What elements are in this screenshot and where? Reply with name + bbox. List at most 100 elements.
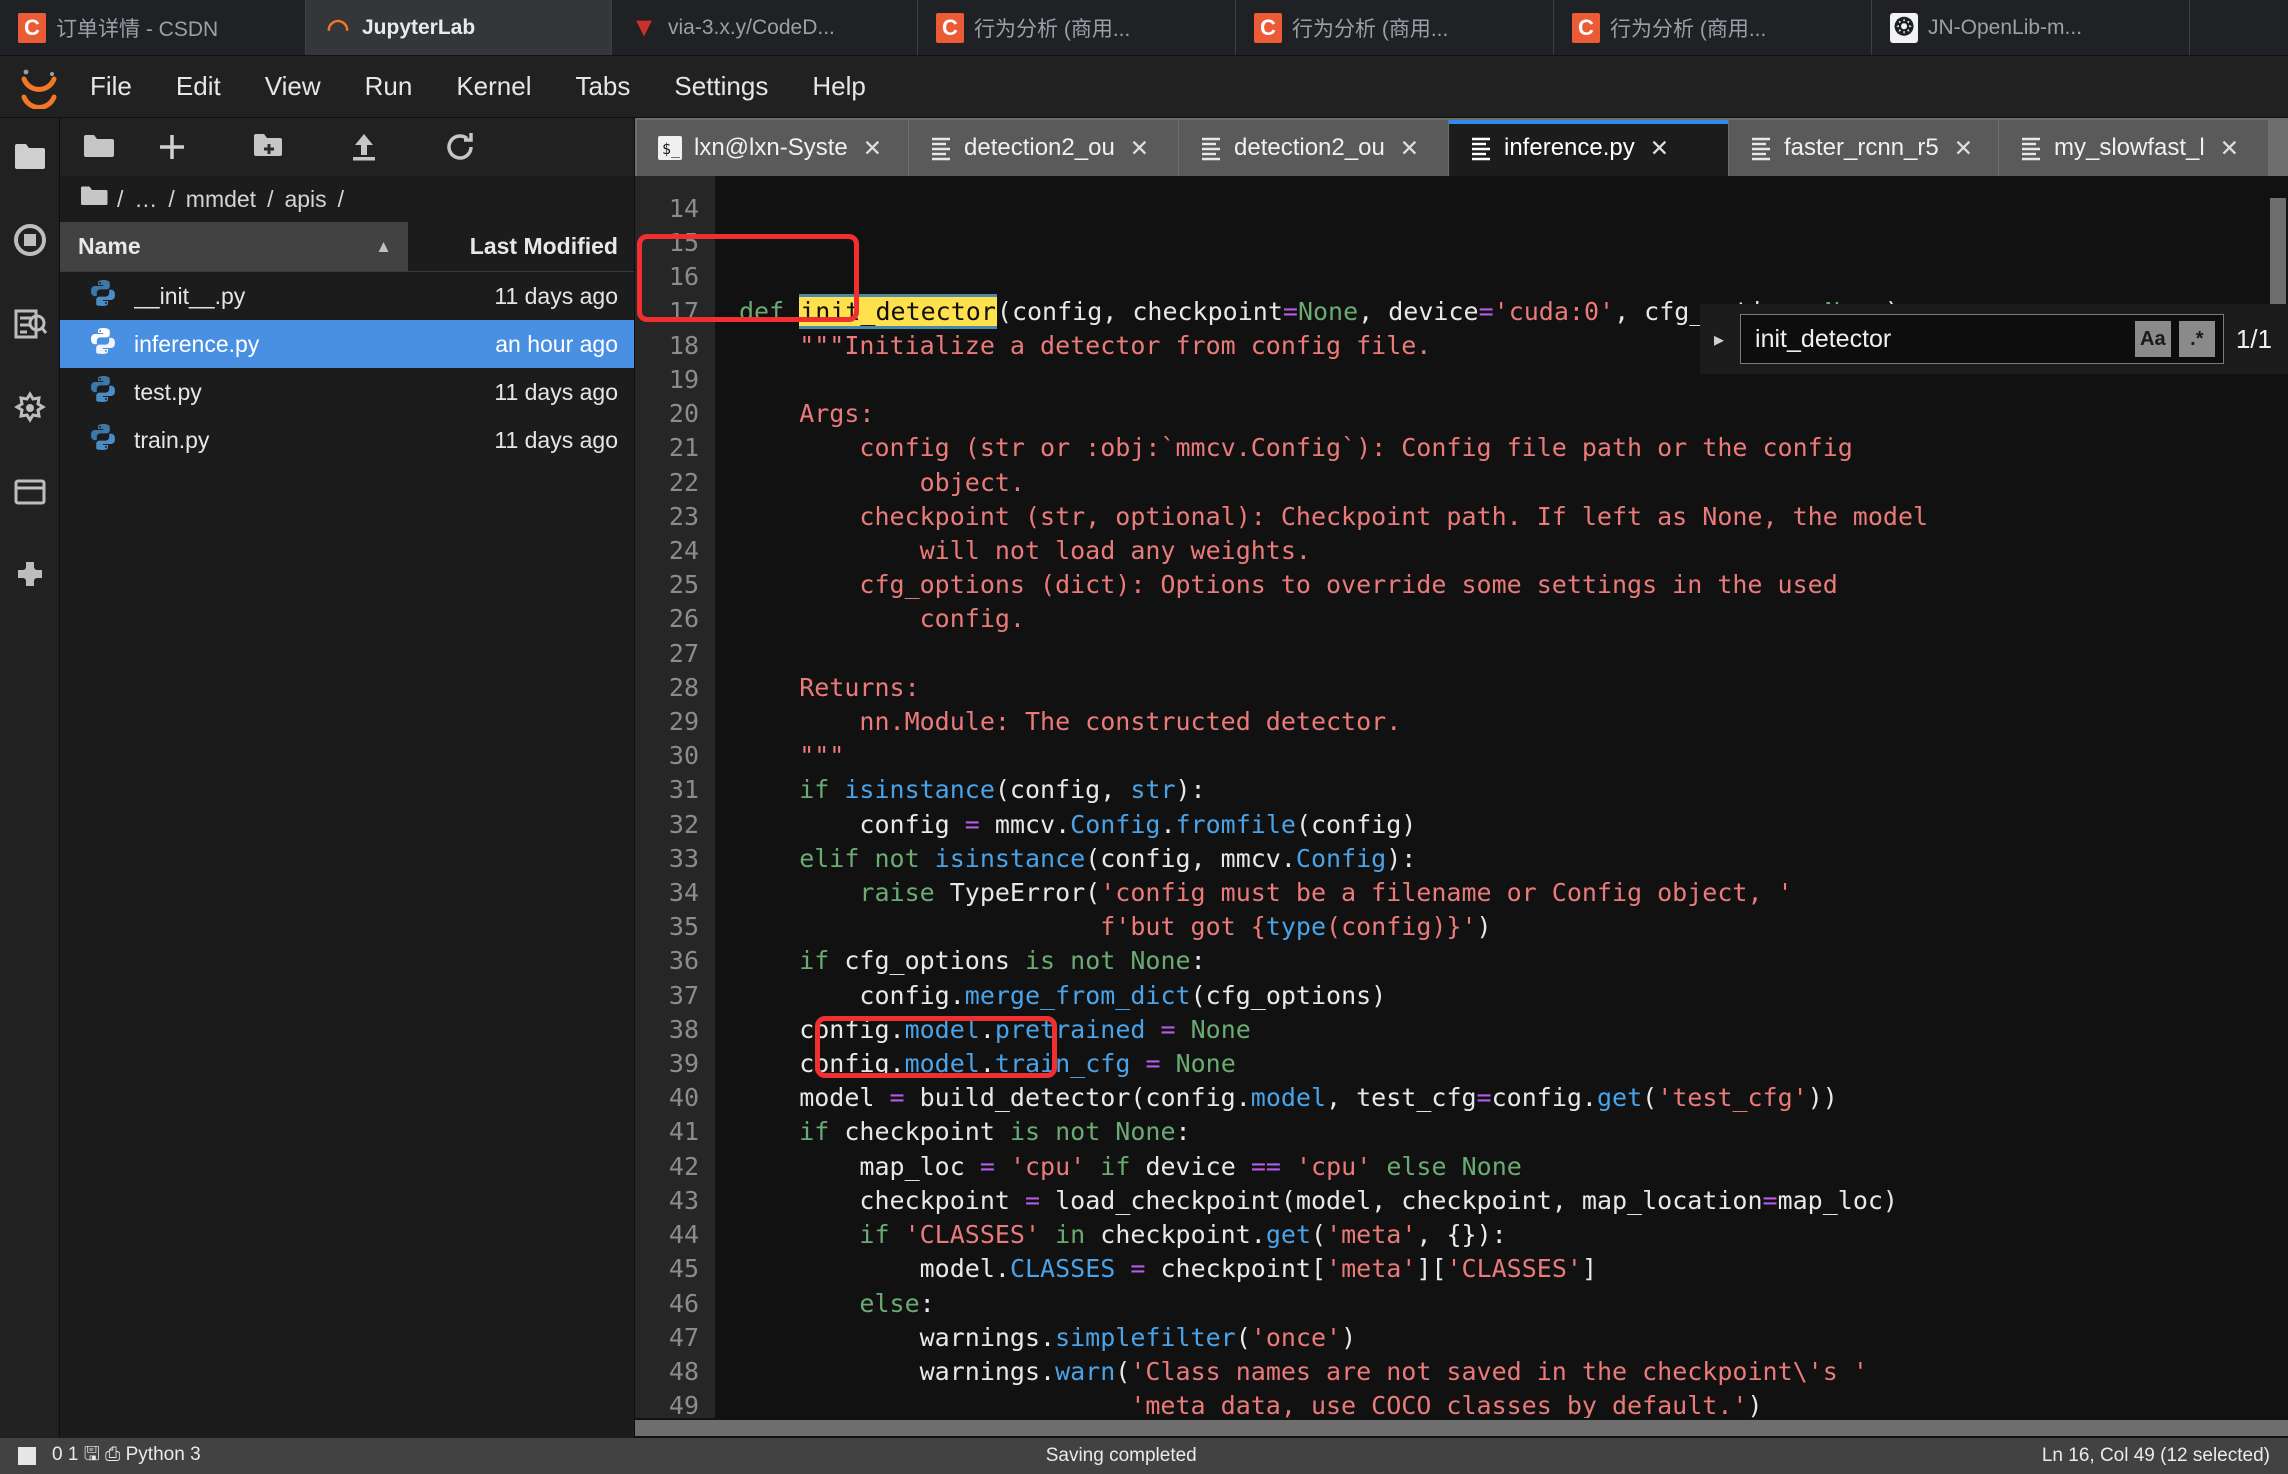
menu-help[interactable]: Help xyxy=(792,63,885,110)
file-name: train.py xyxy=(134,426,210,453)
browser-tab-4[interactable]: C 行为分析 (商用... xyxy=(1236,0,1554,55)
close-icon[interactable]: ✕ xyxy=(1400,135,1419,162)
menu-file[interactable]: File xyxy=(70,63,152,110)
column-header-name[interactable]: Name ▲ xyxy=(60,222,408,271)
file-modified: an hour ago xyxy=(495,330,618,357)
browser-tab-0[interactable]: C 订单详情 - CSDN xyxy=(0,0,306,55)
extension-manager-icon[interactable] xyxy=(6,552,54,600)
list-item[interactable]: train.py 11 days ago xyxy=(60,416,634,464)
refresh-button[interactable] xyxy=(412,122,508,172)
menu-tabs[interactable]: Tabs xyxy=(555,63,650,110)
breadcrumb-sep-1: / xyxy=(168,185,175,212)
tab-terminal[interactable]: $_ lxn@lxn-Syste ✕ xyxy=(637,120,909,176)
browser-tab-6[interactable]: ❂ JN-OpenLib-m... xyxy=(1872,0,2190,55)
file-name: __init__.py xyxy=(134,282,246,309)
breadcrumb-home-icon[interactable] xyxy=(80,185,108,213)
browser-tab-5[interactable]: C 行为分析 (商用... xyxy=(1554,0,1872,55)
csdn-icon: C xyxy=(1572,12,1600,43)
menu-kernel[interactable]: Kernel xyxy=(436,63,551,110)
new-launcher-button[interactable] xyxy=(124,122,220,172)
browser-tab-1[interactable]: ◠ JupyterLab xyxy=(306,0,612,55)
find-replace-overlay: ▸ init_detector Aa .* 1/1 xyxy=(1700,304,2288,374)
menu-edit[interactable]: Edit xyxy=(156,63,241,110)
browser-tab-title: 行为分析 (商用... xyxy=(1292,17,1449,41)
notebook-icon xyxy=(2019,135,2043,161)
tab-inference-py[interactable]: inference.py ✕ xyxy=(1449,120,1729,176)
chevron-right-icon[interactable]: ▸ xyxy=(1710,327,1728,352)
via-icon: ▼ xyxy=(630,12,658,42)
breadcrumb-ellipsis[interactable]: … xyxy=(132,186,159,213)
file-browser-icon[interactable] xyxy=(6,132,54,180)
new-folder-button[interactable] xyxy=(220,122,316,172)
csdn-icon: C xyxy=(936,12,964,43)
browser-tab-2[interactable]: ▼ via-3.x.y/CodeD... xyxy=(612,0,918,55)
status-left-text: 0 1 🖫 ⎙ Python 3 xyxy=(52,1444,201,1465)
jupyter-icon: ◠ xyxy=(326,12,350,43)
breadcrumb-mmdet[interactable]: mmdet xyxy=(184,186,258,213)
column-header-last-modified[interactable]: Last Modified xyxy=(408,222,634,271)
line-number-gutter: 14 15 16 17 18 19 20 21 22 23 24 25 26 2… xyxy=(635,176,715,1418)
running-sessions-icon[interactable] xyxy=(6,216,54,264)
file-browser-toolbar xyxy=(60,118,634,176)
python-file-icon xyxy=(88,422,122,458)
menu-run[interactable]: Run xyxy=(345,63,433,110)
upload-button[interactable] xyxy=(316,122,412,172)
list-item[interactable]: inference.py an hour ago xyxy=(60,320,634,368)
csdn-icon: C xyxy=(18,12,46,43)
breadcrumb-root[interactable]: / xyxy=(115,186,125,213)
search-input[interactable]: init_detector Aa .* xyxy=(1740,314,2224,364)
browser-tab-3[interactable]: C 行为分析 (商用... xyxy=(918,0,1236,55)
file-modified: 11 days ago xyxy=(494,426,618,453)
open-tabs-icon[interactable] xyxy=(6,468,54,516)
breadcrumb-sep-3: / xyxy=(337,185,345,212)
horizontal-scrollbar-thumb[interactable] xyxy=(635,1420,2288,1436)
file-list: __init__.py 11 days ago inference.py an … xyxy=(60,272,634,1438)
file-modified: 11 days ago xyxy=(494,282,618,309)
jupyter-logo-icon xyxy=(10,58,68,116)
breadcrumb[interactable]: / … / mmdet / apis / xyxy=(60,176,634,222)
list-item[interactable]: __init__.py 11 days ago xyxy=(60,272,634,320)
file-name: inference.py xyxy=(134,330,260,357)
notebook-icon xyxy=(1199,135,1223,161)
table-of-contents-icon[interactable] xyxy=(6,300,54,348)
jupyterlab-main: / … / mmdet / apis / Name ▲ Last Modifie… xyxy=(0,118,2288,1438)
tab-faster-rcnn[interactable]: faster_rcnn_r5 ✕ xyxy=(1729,120,1999,176)
csdn-icon: C xyxy=(1254,12,1282,43)
menu-settings[interactable]: Settings xyxy=(654,63,788,110)
tab-label: detection2_ou xyxy=(1234,134,1385,161)
property-inspector-icon[interactable] xyxy=(6,384,54,432)
tab-detection2-b[interactable]: detection2_ou ✕ xyxy=(1179,120,1449,176)
tab-detection2-a[interactable]: detection2_ou ✕ xyxy=(909,120,1179,176)
horizontal-scrollbar[interactable] xyxy=(635,1418,2288,1438)
column-header-modified-label: Last Modified xyxy=(469,233,618,259)
browser-tab-title: JN-OpenLib-m... xyxy=(1928,15,2083,39)
column-header-name-label: Name xyxy=(78,233,141,259)
search-highlight: init_detector xyxy=(799,293,997,329)
browser-tab-title: 行为分析 (商用... xyxy=(974,17,1131,41)
breadcrumb-apis[interactable]: apis xyxy=(282,186,328,213)
tab-label: detection2_ou xyxy=(964,134,1115,161)
browser-tab-title: via-3.x.y/CodeD... xyxy=(668,15,835,39)
browser-tab-title: JupyterLab xyxy=(362,15,476,39)
left-activity-rail xyxy=(0,118,60,1438)
jupyterlab-menubar: File Edit View Run Kernel Tabs Settings … xyxy=(0,56,2288,118)
tab-label: my_slowfast_l xyxy=(2054,134,2205,161)
status-bar: 0 1 🖫 ⎙ Python 3 Saving completed Ln 16,… xyxy=(0,1438,2288,1474)
close-icon[interactable]: ✕ xyxy=(863,135,882,162)
menu-view[interactable]: View xyxy=(245,63,341,110)
file-name: test.py xyxy=(134,378,202,405)
close-icon[interactable]: ✕ xyxy=(1130,135,1149,162)
regex-toggle[interactable]: .* xyxy=(2178,321,2215,357)
list-item[interactable]: test.py 11 days ago xyxy=(60,368,634,416)
close-icon[interactable]: ✕ xyxy=(1954,135,1973,162)
close-icon[interactable]: ✕ xyxy=(2220,135,2239,162)
kernel-indicator-icon[interactable] xyxy=(18,1447,36,1465)
close-icon[interactable]: ✕ xyxy=(1650,135,1669,162)
file-list-header: Name ▲ Last Modified xyxy=(60,222,634,272)
python-file-icon xyxy=(88,278,122,314)
python-file-icon xyxy=(88,374,122,410)
browser-tab-strip: C 订单详情 - CSDN ◠ JupyterLab ▼ via-3.x.y/C… xyxy=(0,0,2288,56)
tab-my-slowfast[interactable]: my_slowfast_l ✕ xyxy=(1999,120,2269,176)
case-sensitive-toggle[interactable]: Aa xyxy=(2134,321,2171,357)
cursor-position: Ln 16, Col 49 (12 selected) xyxy=(2041,1445,2270,1466)
